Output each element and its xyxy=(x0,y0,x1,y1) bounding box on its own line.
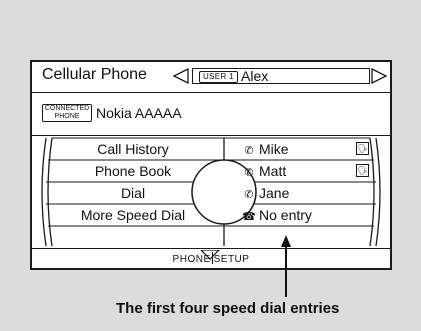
pointer-arrow-icon xyxy=(281,235,291,297)
figure-caption: The first four speed dial entries xyxy=(116,300,340,317)
